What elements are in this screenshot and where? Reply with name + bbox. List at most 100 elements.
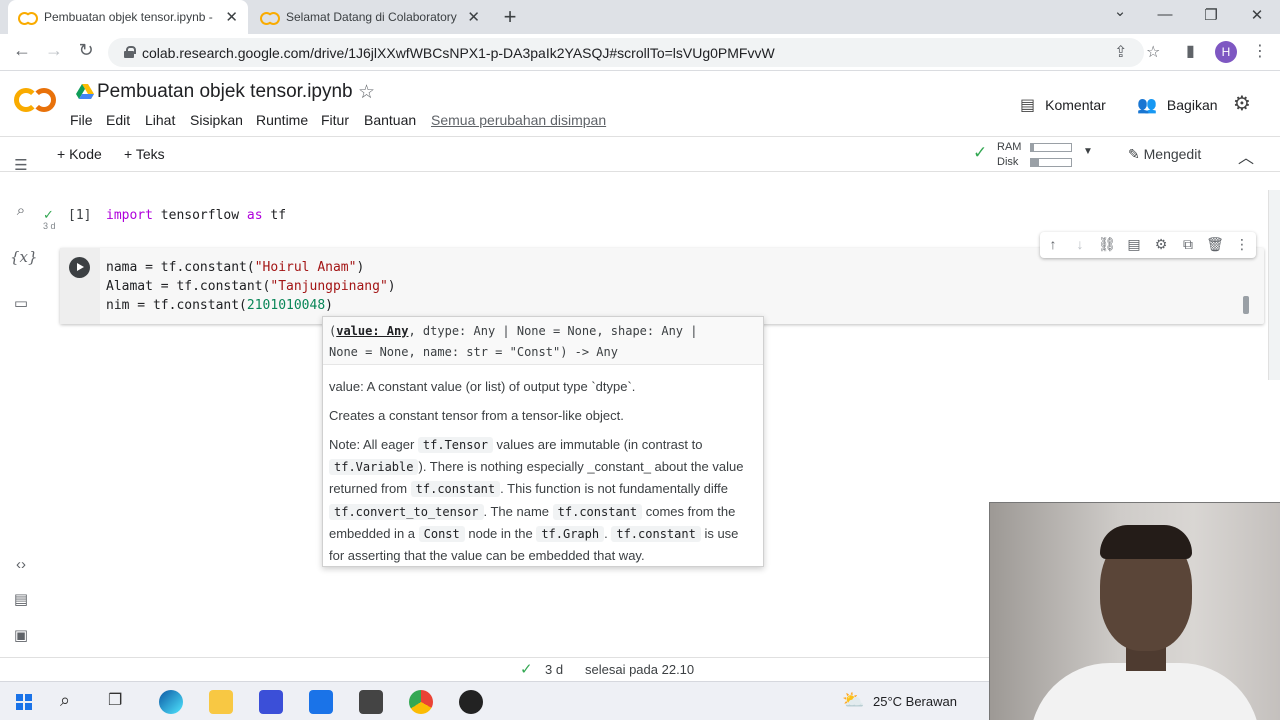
doc-param-value: value: A constant value (or list) of out… (329, 379, 636, 394)
address-bar: ← → ↻ colab.research.google.com/drive/1J… (0, 34, 1280, 71)
pencil-icon: ✎ (1128, 146, 1144, 162)
disk-bar (1030, 158, 1072, 167)
menu-file[interactable]: File (70, 112, 93, 128)
code-line-nim[interactable]: nim = tf.constant(2101010048) (106, 298, 333, 313)
notebook-scrollbar[interactable] (1268, 190, 1280, 380)
browser-tab-strip: Pembuatan objek tensor.ipynb - ✕ Selamat… (0, 0, 1280, 34)
tab-search-icon[interactable]: ⌄ (1108, 2, 1132, 20)
cell-settings-gear-icon[interactable]: ⚙ (1152, 236, 1170, 253)
reload-icon[interactable]: ↻ (74, 40, 98, 61)
tab-colab-notebook[interactable]: Pembuatan objek tensor.ipynb - ✕ (8, 0, 248, 34)
share-button[interactable]: 👥 Bagikan (1137, 95, 1218, 115)
back-arrow-icon[interactable]: ← (10, 40, 34, 61)
table-of-contents-icon[interactable]: ☰ (10, 156, 32, 174)
doc-note-line-3: returned from tf.constant. This function… (329, 481, 729, 497)
edge-browser-icon[interactable] (159, 690, 183, 714)
execution-count: [1] (68, 208, 92, 223)
tab-close-icon[interactable]: ✕ (467, 8, 480, 26)
doc-note-line-4: tf.convert_to_tensor. The name tf.consta… (329, 504, 735, 520)
new-tab-button[interactable]: + (498, 4, 522, 30)
weather-text[interactable]: 25°C Berawan (873, 694, 957, 709)
doc-note-line-5: embedded in a Const node in the tf.Graph… (329, 526, 739, 542)
settings-gear-icon[interactable]: ⚙ (1233, 91, 1251, 116)
ram-bar (1030, 143, 1072, 152)
code-snippets-icon[interactable]: ‹› (10, 556, 32, 573)
profile-avatar[interactable]: H (1215, 41, 1237, 63)
delete-trash-icon[interactable]: 🗑 (1206, 236, 1224, 253)
signature-help-tooltip: (value: Any, dtype: Any | None = None, s… (322, 316, 764, 567)
mail-icon[interactable] (309, 690, 333, 714)
comment-icon: ▤ (1020, 97, 1036, 114)
ram-label: RAM (997, 141, 1022, 153)
link-icon[interactable]: ⛓ (1098, 236, 1116, 253)
signature-line-2: None = None, name: str = "Const") -> Any (329, 345, 618, 359)
terminal-icon[interactable]: ▣ (10, 626, 32, 644)
chrome-browser-icon[interactable] (409, 690, 433, 714)
move-down-arrow-icon[interactable]: ↓ (1071, 236, 1089, 252)
status-exec-time: 3 d (545, 662, 564, 677)
people-icon: 👥 (1137, 97, 1157, 114)
doc-note-line-1: Note: All eager tf.Tensor values are imm… (329, 437, 703, 453)
code-line-nama[interactable]: nama = tf.constant("Hoirul Anam") (106, 260, 364, 275)
variables-icon[interactable]: {x} (10, 248, 38, 266)
saved-status-link[interactable]: Semua perubahan disimpan (431, 112, 606, 128)
resource-monitor[interactable]: ✓ RAM Disk ▼ (973, 140, 1101, 170)
file-explorer-icon[interactable] (209, 690, 233, 714)
notebook-title[interactable]: Pembuatan objek tensor.ipynb (97, 81, 353, 103)
move-up-arrow-icon[interactable]: ↑ (1044, 236, 1062, 252)
notebook-toolbar: + Kode + Teks ✓ RAM Disk ▼ ✎ Mengedit ︿ (0, 136, 1280, 172)
weather-cloud-icon: ⛅ (842, 690, 865, 710)
menu-fitur[interactable]: Fitur (321, 112, 349, 128)
connected-check-icon: ✓ (973, 143, 988, 162)
restore-button[interactable]: ❐ (1199, 6, 1223, 24)
app-icon-2[interactable] (359, 690, 383, 714)
task-view-icon[interactable]: ❐ (108, 690, 132, 714)
code-line-alamat[interactable]: Alamat = tf.constant("Tanjungpinang") (106, 279, 396, 294)
close-window-button[interactable]: ✕ (1245, 6, 1269, 24)
comment-cell-icon[interactable]: ▤ (1125, 236, 1143, 253)
menu-lihat[interactable]: Lihat (145, 112, 175, 128)
files-folder-icon[interactable]: ▭ (10, 294, 32, 312)
colab-logo[interactable] (14, 86, 58, 114)
signature-line-1: (value: Any, dtype: Any | None = None, s… (329, 324, 698, 338)
doc-summary: Creates a constant tensor from a tensor-… (329, 408, 624, 423)
tab-colab-welcome[interactable]: Selamat Datang di Colaboratory ✕ (250, 0, 490, 34)
colab-favicon-icon (260, 11, 280, 25)
browser-menu-icon[interactable]: ⋮ (1252, 41, 1268, 61)
colab-favicon-icon (18, 11, 38, 25)
menu-bantuan[interactable]: Bantuan (364, 112, 416, 128)
side-panel-icon[interactable]: ▮ (1186, 41, 1195, 61)
comment-button[interactable]: ▤ Komentar (1020, 95, 1106, 115)
app-icon[interactable] (259, 690, 283, 714)
editing-mode-button[interactable]: ✎ Mengedit (1128, 146, 1201, 163)
windows-start-icon[interactable] (16, 694, 32, 710)
obs-studio-icon[interactable] (459, 690, 483, 714)
menu-sisipkan[interactable]: Sisipkan (190, 112, 243, 128)
collapse-header-icon[interactable]: ︿ (1238, 144, 1254, 168)
add-text-cell-button[interactable]: + Teks (124, 146, 165, 162)
url-text[interactable]: colab.research.google.com/drive/1J6jlXXw… (142, 45, 775, 61)
run-cell-button[interactable] (69, 257, 90, 278)
menu-runtime[interactable]: Runtime (256, 112, 308, 128)
cell-scrollbar[interactable] (1243, 296, 1249, 314)
command-palette-icon[interactable]: ▤ (10, 590, 32, 608)
minimize-button[interactable]: — (1153, 6, 1177, 23)
share-label: Bagikan (1166, 97, 1218, 113)
more-vert-icon[interactable]: ⋮ (1233, 236, 1251, 253)
tab-close-icon[interactable]: ✕ (225, 8, 238, 26)
chevron-down-icon[interactable]: ▼ (1083, 146, 1093, 157)
cell-toolbar: ↑ ↓ ⛓ ▤ ⚙ ⧉ 🗑 ⋮ (1040, 232, 1256, 258)
taskbar-search-icon[interactable]: ⌕ (60, 690, 84, 714)
omnibox[interactable]: colab.research.google.com/drive/1J6jlXXw… (108, 38, 1160, 67)
mirror-cell-icon[interactable]: ⧉ (1179, 236, 1197, 253)
share-page-icon[interactable]: ⇪ (1114, 42, 1127, 62)
webcam-overlay (989, 502, 1280, 720)
add-code-cell-button[interactable]: + Kode (57, 146, 102, 162)
search-icon[interactable]: ⌕ (10, 202, 32, 219)
menu-edit[interactable]: Edit (106, 112, 130, 128)
star-icon[interactable]: ☆ (358, 81, 375, 104)
comment-label: Komentar (1045, 97, 1106, 113)
forward-arrow-icon[interactable]: → (42, 40, 66, 61)
bookmark-star-icon[interactable]: ☆ (1146, 42, 1160, 62)
code-line-import[interactable]: import tensorflow as tf (106, 208, 286, 223)
